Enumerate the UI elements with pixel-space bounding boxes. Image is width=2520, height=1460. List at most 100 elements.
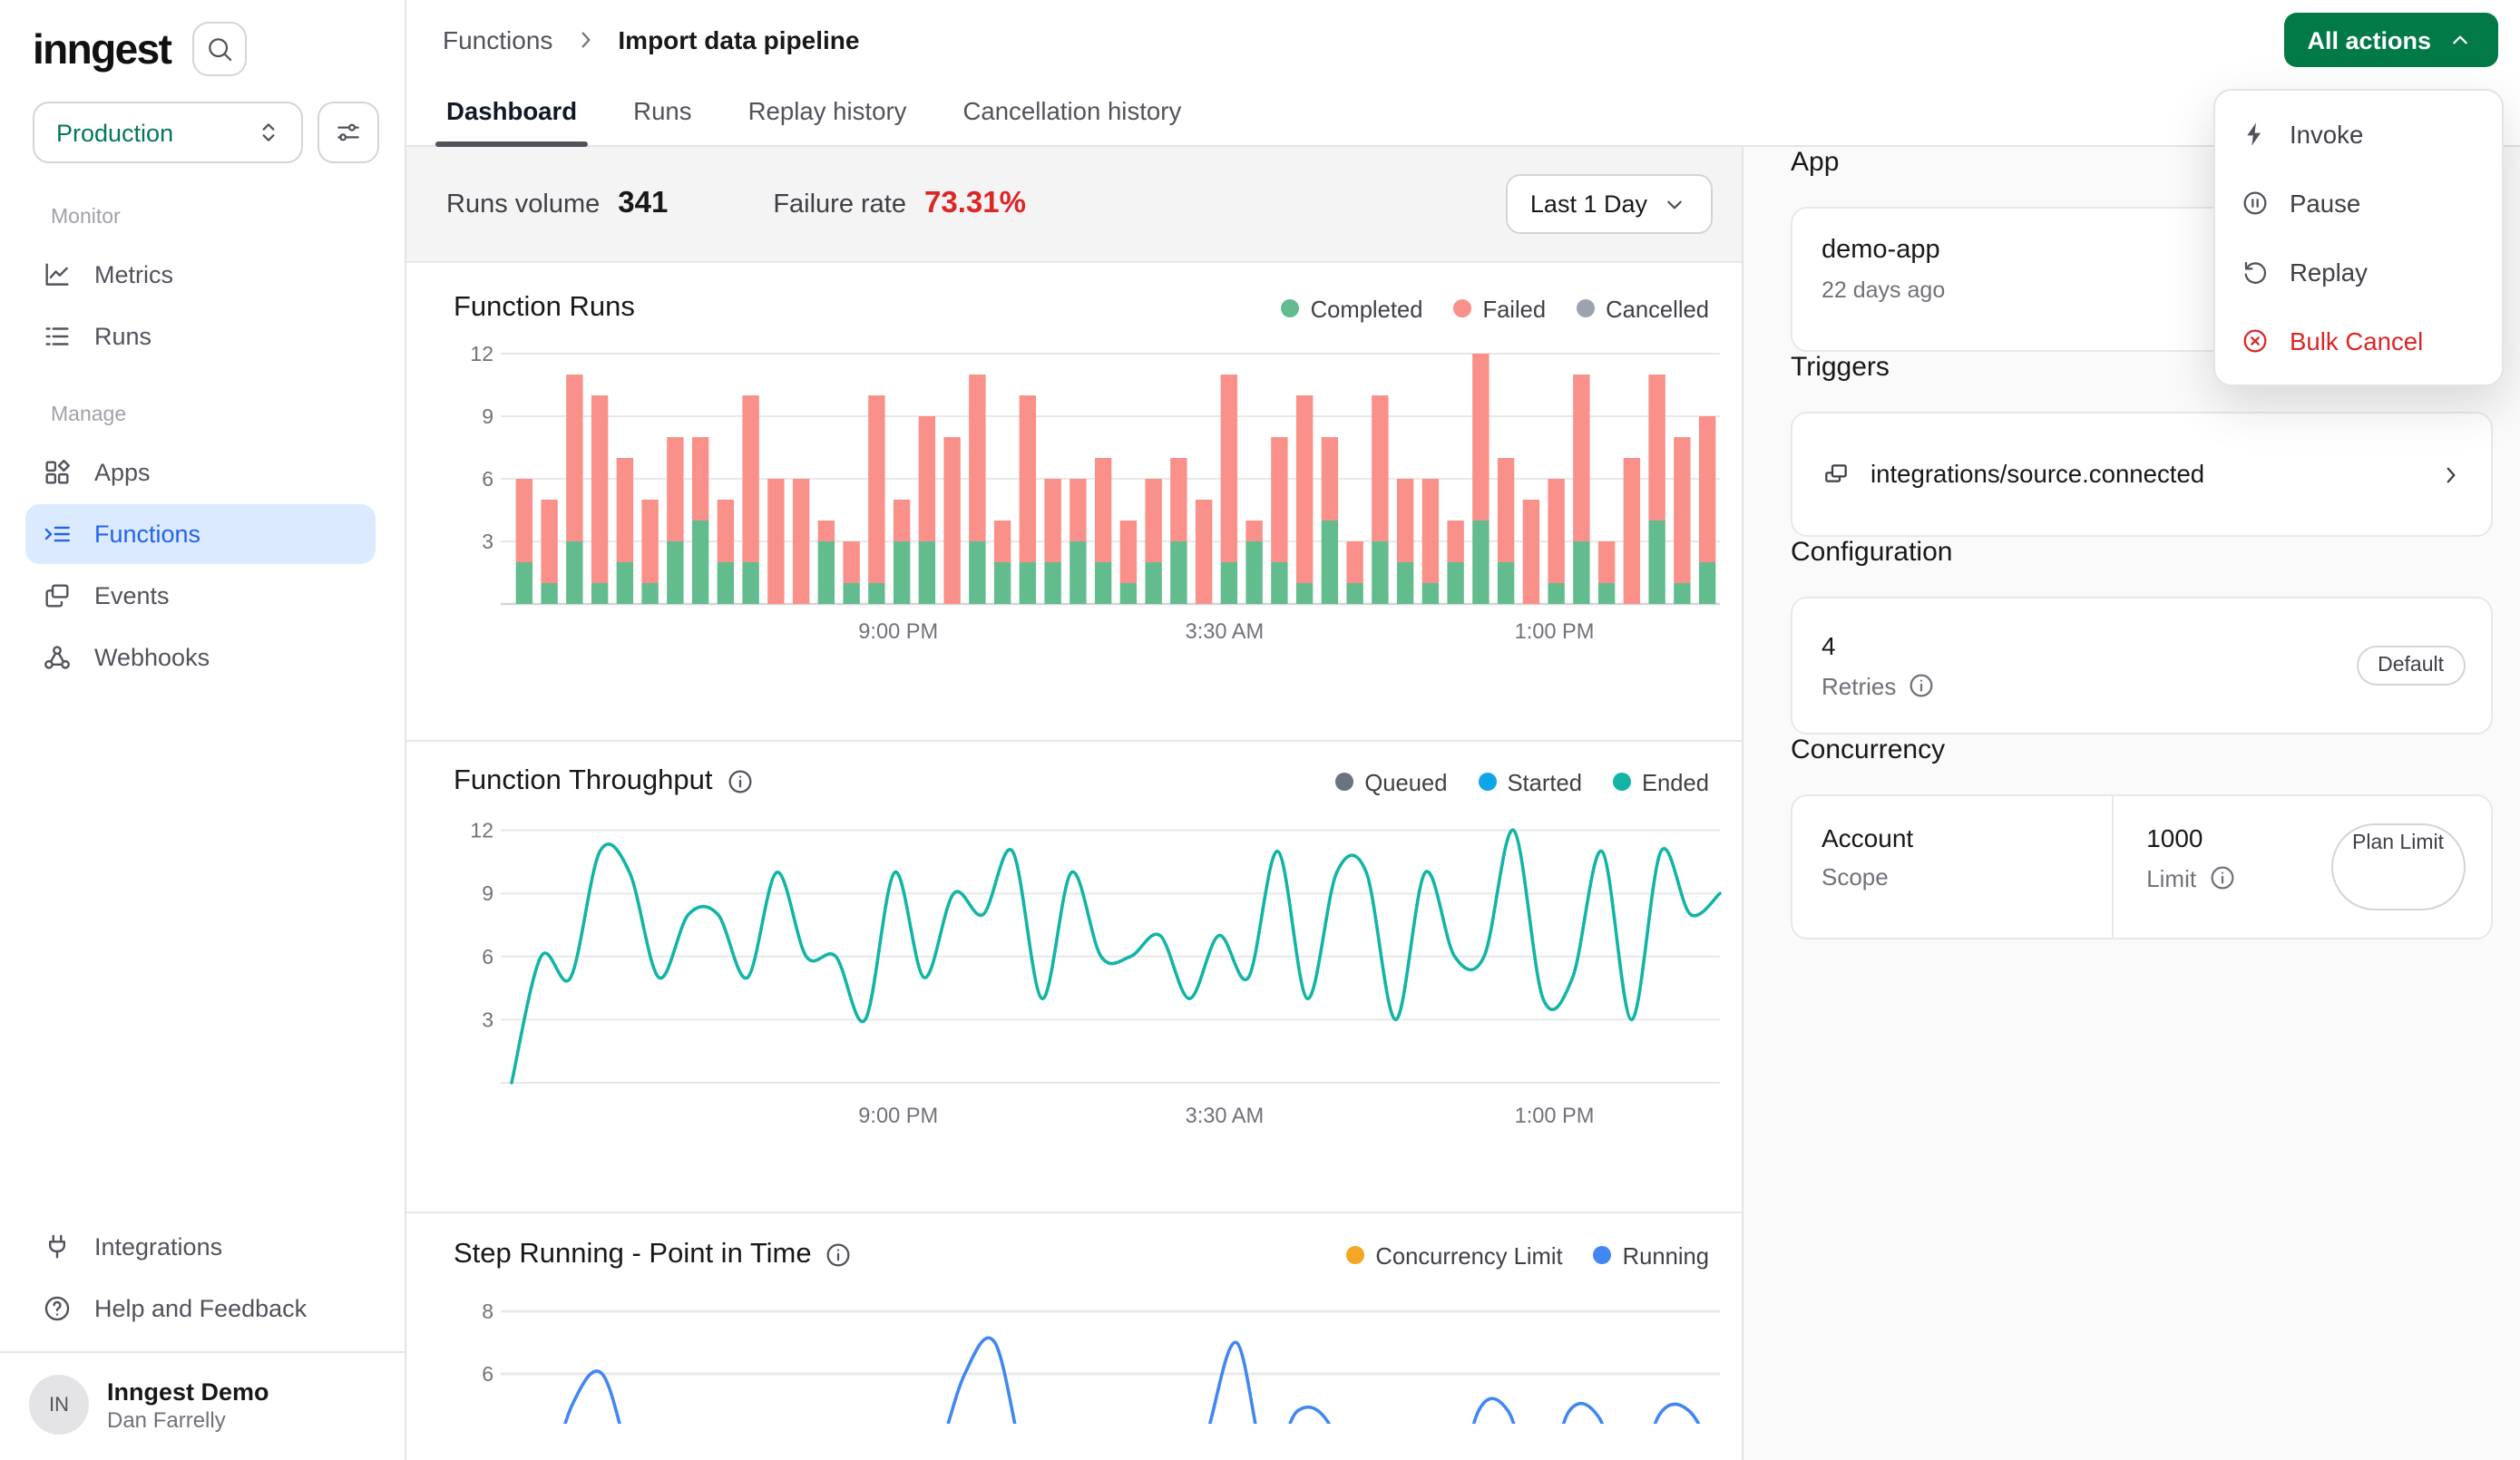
menu-item-label: Pause [2290,190,2360,217]
sidebar-item-label: Help and Feedback [94,1295,307,1322]
runs-icon [42,321,73,352]
user-org: Inngest Demo [107,1377,269,1405]
svg-text:3:30 AM: 3:30 AM [1186,620,1265,644]
function-throughput-chart: 369129:00 PM3:30 AM1:00 PM [450,813,1731,1135]
legend-dot [1577,299,1595,317]
svg-text:3: 3 [482,1007,493,1031]
replay-icon [2241,258,2270,287]
legend-item-failed: Failed [1453,295,1546,322]
legend-item-running: Running [1594,1241,1709,1269]
inngest-dashboard: inngest Production MonitorMetricsRunsMan… [0,0,2520,1460]
function-throughput-legend: QueuedStartedEnded [1335,768,1709,795]
failure-rate-value: 73.31% [924,187,1026,221]
legend-dot [1346,1246,1364,1264]
sidebar-item-events[interactable]: Events [25,566,376,626]
sidebar-item-webhooks[interactable]: Webhooks [25,628,376,687]
sidebar-item-runs[interactable]: Runs [25,307,376,366]
event-icon [1822,460,1851,489]
svg-text:9:00 PM: 9:00 PM [858,1105,938,1128]
info-icon[interactable] [825,1241,854,1270]
tab-replay-history[interactable]: Replay history [745,98,911,145]
info-icon[interactable] [2207,863,2236,892]
stats-band: Runs volume 341 Failure rate 73.31% Last… [406,147,1742,263]
breadcrumb: Functions Import data pipeline [443,25,859,54]
svg-text:6: 6 [482,467,493,491]
step-running-legend: Concurrency LimitRunning [1346,1241,1709,1269]
sidebar: inngest Production MonitorMetricsRunsMan… [0,0,406,1460]
all-actions-button[interactable]: All actions [2283,13,2498,67]
sidebar-item-help-and-feedback[interactable]: Help and Feedback [25,1279,376,1338]
all-actions-menu: Invoke Pause Replay Bulk Cancel [2213,89,2504,386]
step-running-section: Step Running - Point in Time Concurrency… [406,1212,1742,1433]
menu-item-label: Invoke [2290,121,2363,148]
functions-icon [42,519,73,550]
nav-section-label: Manage [0,368,405,441]
filter-icon [334,118,363,147]
concurrency-heading: Concurrency [1791,735,2493,765]
chevron-right-icon[interactable] [2437,460,2466,489]
concurrency-badge: Plan Limit [2330,823,2466,910]
retries-badge: Default [2356,646,2466,686]
legend-dot [1282,299,1300,317]
sidebar-nav: MonitorMetricsRunsManageAppsFunctionsEve… [0,170,405,689]
retries-value: 4 [1822,631,1936,660]
menu-item-bulk-cancel[interactable]: Bulk Cancel [2215,307,2502,375]
sidebar-item-label: Apps [94,459,151,486]
environment-select[interactable]: Production [33,102,303,163]
search-button[interactable] [192,22,247,76]
concurrency-scope-value: Account [1822,823,2083,852]
legend-dot [1478,773,1496,791]
user-name: Dan Farrelly [107,1406,269,1432]
svg-text:1:00 PM: 1:00 PM [1515,620,1595,644]
sidebar-item-functions[interactable]: Functions [25,504,376,564]
chevron-right-icon [571,25,600,54]
menu-item-label: Bulk Cancel [2290,327,2423,355]
menu-item-pause[interactable]: Pause [2215,169,2502,238]
legend-item-started: Started [1478,768,1582,795]
webhooks-icon [42,642,73,673]
sidebar-item-metrics[interactable]: Metrics [25,245,376,305]
configuration-heading: Configuration [1791,537,2493,568]
sidebar-footer: Integrations Help and Feedback [0,1215,405,1351]
menu-item-replay[interactable]: Replay [2215,238,2502,307]
trigger-row[interactable]: integrations/source.connected [1791,412,2493,537]
tabs: Dashboard Runs Replay history Cancellation … [406,80,2520,147]
tab-cancellation-history[interactable]: Cancellation history [959,98,1185,145]
sidebar-item-integrations[interactable]: Integrations [25,1217,376,1277]
function-throughput-section: Function Throughput QueuedStartedEnded 3… [406,740,1742,1212]
svg-text:3: 3 [482,530,493,553]
concurrency-limit-label: Limit [2146,863,2236,892]
svg-text:9: 9 [482,881,493,905]
svg-text:6: 6 [482,1362,493,1386]
svg-text:1:00 PM: 1:00 PM [1515,1105,1595,1128]
step-running-chart: 86 [450,1290,1731,1424]
sidebar-item-label: Functions [94,521,200,548]
runs-volume-label: Runs volume [446,190,600,219]
time-range-label: Last 1 Day [1530,190,1647,218]
info-icon[interactable] [1907,671,1936,700]
svg-text:9: 9 [482,404,493,428]
info-icon[interactable] [726,767,755,796]
svg-text:12: 12 [470,819,493,842]
menu-item-invoke[interactable]: Invoke [2215,100,2502,169]
sidebar-item-apps[interactable]: Apps [25,443,376,502]
svg-text:12: 12 [470,342,493,365]
tab-dashboard[interactable]: Dashboard [443,98,581,145]
bolt-icon [2241,120,2270,149]
breadcrumb-functions[interactable]: Functions [443,25,552,54]
breadcrumb-current: Import data pipeline [618,25,859,54]
concurrency-limit-value: 1000 [2146,823,2236,852]
avatar: IN [29,1375,89,1435]
legend-item-ended: Ended [1613,768,1709,795]
chevron-down-icon [1660,190,1689,219]
events-icon [42,580,73,611]
step-running-title: Step Running - Point in Time [454,1239,854,1271]
environment-label: Production [56,119,173,146]
tab-runs[interactable]: Runs [630,98,695,145]
environment-settings-button[interactable] [317,102,379,163]
time-range-select[interactable]: Last 1 Day [1507,174,1713,234]
svg-text:9:00 PM: 9:00 PM [858,620,938,644]
svg-text:8: 8 [482,1299,493,1323]
user-menu[interactable]: IN Inngest Demo Dan Farrelly [0,1351,405,1460]
function-runs-title: Function Runs [454,292,635,325]
